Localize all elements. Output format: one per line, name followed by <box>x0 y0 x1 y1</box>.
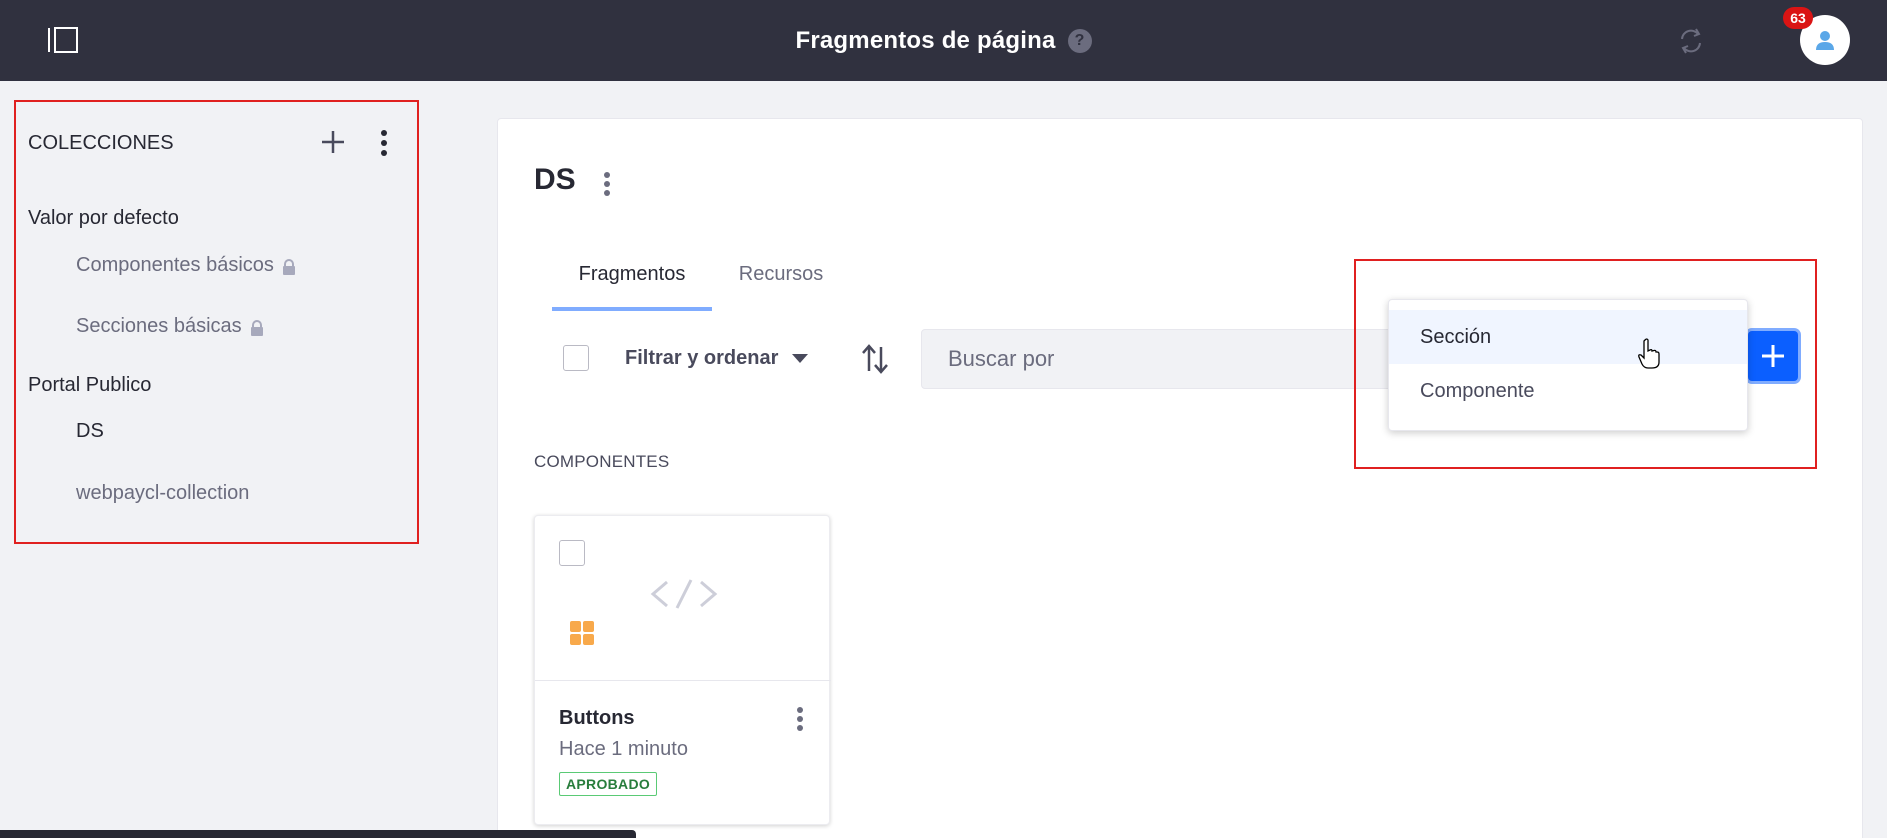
fragment-modified: Hace 1 minuto <box>559 738 688 760</box>
sidebar-toggle-icon[interactable] <box>47 26 79 54</box>
collection-options-icon[interactable] <box>600 169 614 199</box>
fragment-checkbox[interactable] <box>559 540 585 566</box>
help-icon[interactable]: ? <box>1067 28 1092 53</box>
collection-group-label: Valor por defecto <box>28 207 179 229</box>
collection-item-label: DS <box>76 420 104 442</box>
lock-icon <box>282 258 296 275</box>
highlight-box <box>1354 259 1817 469</box>
caret-down-icon <box>792 353 809 363</box>
collections-panel: COLECCIONES Valor por defecto Componente… <box>14 100 419 544</box>
collection-item-label: Componentes básicos <box>76 254 274 276</box>
fragment-thumbnail <box>535 516 831 681</box>
status-badge: APROBADO <box>559 772 658 796</box>
collections-title: COLECCIONES <box>28 132 174 154</box>
notification-badge[interactable]: 63 <box>1783 7 1813 29</box>
code-icon <box>649 576 719 612</box>
main-content-card: DS Fragmentos Recursos Filtrar y ordenar… <box>497 118 1863 838</box>
section-heading: COMPONENTES <box>534 452 670 471</box>
collection-item-componentes-basicos[interactable]: Componentes básicos <box>76 254 296 277</box>
top-bar: Fragmentos de página ? 63 <box>0 0 1887 81</box>
collection-item-webpaycl[interactable]: webpaycl-collection <box>76 482 249 505</box>
collection-title: DS <box>534 163 576 196</box>
collection-item-label: Secciones básicas <box>76 315 242 337</box>
sort-icon[interactable] <box>860 343 890 375</box>
page-title: Fragmentos de página <box>795 26 1056 54</box>
collection-item-label: webpaycl-collection <box>76 482 250 504</box>
tab-fragmentos[interactable]: Fragmentos <box>552 263 712 311</box>
add-collection-icon[interactable] <box>318 127 348 157</box>
fragment-options-icon[interactable] <box>793 704 807 734</box>
collection-group-label: Portal Publico <box>28 374 152 396</box>
page-title-wrap: Fragmentos de página ? <box>0 0 1887 81</box>
select-all-checkbox[interactable] <box>563 345 589 371</box>
collection-item-secciones-basicas[interactable]: Secciones básicas <box>76 315 264 338</box>
hand-cursor-icon <box>1638 338 1660 370</box>
fragment-name: Buttons <box>559 707 635 729</box>
collections-options-icon[interactable] <box>376 128 392 158</box>
collection-item-ds[interactable]: DS <box>76 420 104 443</box>
sync-icon[interactable] <box>1676 26 1706 56</box>
tab-recursos[interactable]: Recursos <box>716 263 846 311</box>
lock-icon <box>250 319 264 336</box>
user-icon <box>1816 31 1834 50</box>
fragment-card[interactable]: Buttons Hace 1 minuto APROBADO <box>534 515 831 825</box>
filter-order-button[interactable]: Filtrar y ordenar <box>625 343 809 373</box>
filter-order-label: Filtrar y ordenar <box>625 346 779 369</box>
search-input[interactable]: Buscar por <box>921 329 1401 389</box>
bottom-scrollbar[interactable] <box>0 830 636 838</box>
component-icon <box>569 620 595 646</box>
